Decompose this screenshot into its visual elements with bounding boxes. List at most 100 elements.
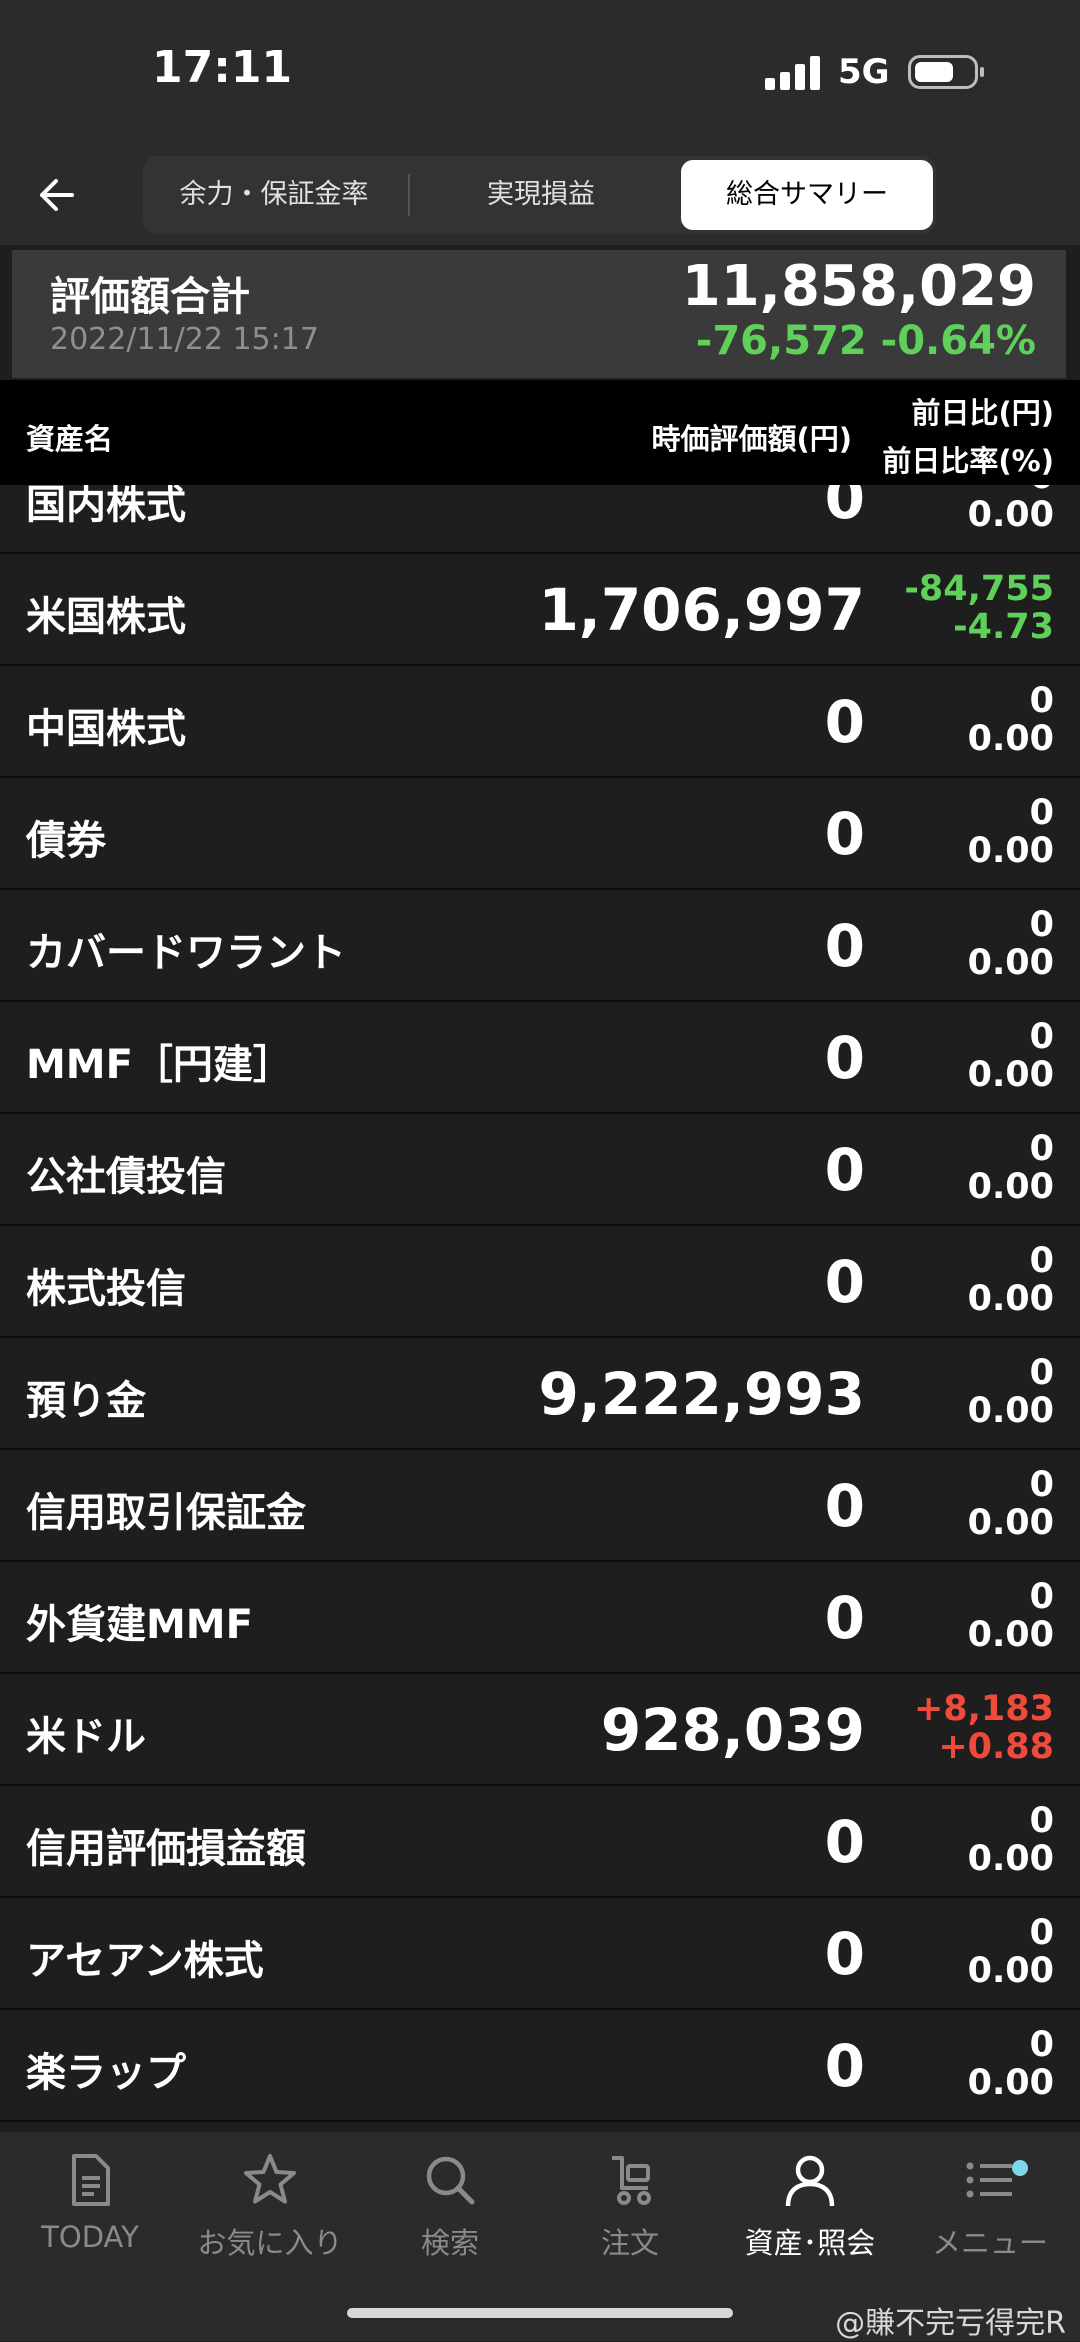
- tab-realized-pnl[interactable]: 実現損益: [411, 156, 671, 234]
- asset-value: 0: [824, 2032, 865, 2100]
- asset-row[interactable]: 楽ラップ 0 0 0.00: [0, 2010, 1080, 2122]
- asset-name: 楽ラップ: [26, 2050, 186, 2096]
- asset-day-change: 0: [1029, 905, 1054, 945]
- asset-row[interactable]: 国内株式000.00: [0, 485, 1080, 554]
- asset-row[interactable]: 公社債投信 0 0 0.00: [0, 1114, 1080, 1226]
- asset-day-change: 0: [1029, 681, 1054, 721]
- header-day-change: 前日比(円): [911, 396, 1054, 430]
- nav-search[interactable]: 検索: [360, 2150, 540, 2280]
- nav-order-label: 注文: [600, 2226, 659, 2260]
- asset-day-change-rate: 0.00: [967, 1615, 1054, 1655]
- asset-day-change: 0: [1029, 1577, 1054, 1617]
- nav-order[interactable]: 注文: [540, 2150, 720, 2280]
- header-day-change-rate: 前日比率(%): [882, 444, 1054, 478]
- summary-total: 11,858,029: [681, 254, 1036, 319]
- asset-rows: 国内株式000.00 米国株式 1,706,997 -84,755-4.73 中国株式0…: [0, 485, 1080, 2122]
- asset-row[interactable]: MMF［円建］ 0 0 0.00: [0, 1002, 1080, 1114]
- asset-day-change: 0: [1029, 1129, 1054, 1169]
- asset-name: アセアン株式: [26, 1938, 264, 1984]
- asset-value: 0: [824, 1808, 865, 1876]
- asset-name: 公社債投信: [26, 1154, 226, 1200]
- asset-day-change: 0: [1029, 1801, 1054, 1841]
- asset-value: 0: [824, 1920, 865, 1988]
- nav-favorites[interactable]: お気に入り: [180, 2150, 360, 2280]
- status-bar: 17:11 5G: [0, 0, 1080, 150]
- asset-row[interactable]: 債券 0 0 0.00: [0, 778, 1080, 890]
- notification-dot: [1012, 2160, 1028, 2176]
- nav-menu[interactable]: メニュー: [900, 2150, 1080, 2280]
- asset-row[interactable]: 米ドル 928,039 +8,183 +0.88: [0, 1674, 1080, 1786]
- nav-favorites-label: お気に入り: [197, 2226, 343, 2260]
- asset-row[interactable]: 預り金 9,222,993 0 0.00: [0, 1338, 1080, 1450]
- asset-value: 1,706,997: [538, 576, 865, 644]
- status-time: 17:11: [152, 42, 293, 93]
- asset-day-change: 0: [1029, 1353, 1054, 1393]
- asset-name: MMF［円建］: [26, 1042, 293, 1088]
- asset-day-change: +8,183: [913, 1689, 1054, 1729]
- asset-day-change-rate: 0.00: [967, 831, 1054, 871]
- asset-row[interactable]: 外貨建MMF 0 0 0.00: [0, 1562, 1080, 1674]
- asset-name: 米国株式: [26, 594, 186, 640]
- asset-day-change-rate: 0.00: [967, 719, 1054, 759]
- tab-divider: [408, 174, 410, 216]
- asset-row[interactable]: 信用評価損益額 0 0 0.00: [0, 1786, 1080, 1898]
- asset-day-change: 0: [1029, 2025, 1054, 2065]
- tab-group: 余力・保証金率 実現損益 総合サマリー: [143, 156, 936, 234]
- asset-day-change: 0: [1029, 1465, 1054, 1505]
- nav-today[interactable]: TODAY: [0, 2150, 180, 2280]
- star-icon: [244, 2154, 296, 2204]
- nav-search-label: 検索: [420, 2226, 479, 2260]
- asset-value: 0: [824, 1472, 865, 1540]
- nav-today-label: TODAY: [41, 2220, 139, 2254]
- asset-row[interactable]: 信用取引保証金 0 0 0.00: [0, 1450, 1080, 1562]
- asset-day-change: -84,755: [904, 569, 1054, 609]
- asset-row[interactable]: カバードワラント 0 0 0.00: [0, 890, 1080, 1002]
- asset-day-change-rate: 0.00: [967, 1839, 1054, 1879]
- asset-row[interactable]: 米国株式 1,706,997 -84,755 -4.73: [0, 554, 1080, 666]
- battery-icon: [908, 55, 984, 89]
- person-icon: [785, 2155, 835, 2207]
- summary-panel: 評価額合計 2022/11/22 15:17 11,858,029 -76,57…: [12, 250, 1066, 378]
- asset-name: カバードワラント: [26, 930, 346, 976]
- back-button[interactable]: [26, 160, 96, 230]
- asset-day-change-rate: 0.00: [967, 495, 1054, 535]
- header-asset-name: 資産名: [26, 422, 114, 456]
- back-arrow-icon: [40, 179, 74, 211]
- asset-row[interactable]: 株式投信 0 0 0.00: [0, 1226, 1080, 1338]
- cart-icon: [612, 2156, 651, 2205]
- nav-assets[interactable]: 資産･照会: [720, 2150, 900, 2280]
- tab-margin[interactable]: 余力・保証金率: [143, 156, 405, 234]
- asset-day-change-rate: 0.00: [967, 943, 1054, 983]
- asset-day-change-rate: 0.00: [967, 2063, 1054, 2103]
- asset-value: 0: [824, 1248, 865, 1316]
- menu-icon: [966, 2162, 1012, 2198]
- asset-day-change-rate: 0.00: [967, 1055, 1054, 1095]
- asset-day-change-rate: 0.00: [967, 1391, 1054, 1431]
- tab-summary[interactable]: 総合サマリー: [681, 160, 933, 230]
- summary-title: 評価額合計: [50, 274, 250, 320]
- asset-name: 債券: [26, 818, 106, 864]
- asset-value: 0: [824, 800, 865, 868]
- asset-day-change-rate: -4.73: [953, 607, 1054, 647]
- table-header: 資産名 時価評価額(円) 前日比(円) 前日比率(%): [0, 380, 1080, 485]
- asset-value: 0: [824, 912, 865, 980]
- asset-value: 9,222,993: [538, 1360, 865, 1428]
- asset-row[interactable]: 中国株式 0 0 0.00: [0, 666, 1080, 778]
- asset-list[interactable]: 国内株式000.00 米国株式 1,706,997 -84,755-4.73 中国株式0…: [0, 485, 1080, 2130]
- asset-value: 0: [824, 1024, 865, 1092]
- asset-name: 株式投信: [26, 1266, 186, 1312]
- asset-day-change: 0: [1029, 1913, 1054, 1953]
- document-icon: [72, 2154, 110, 2206]
- asset-value: 928,039: [600, 1696, 865, 1764]
- asset-day-change: 0: [1029, 793, 1054, 833]
- asset-value: 0: [824, 1584, 865, 1652]
- asset-name: 米ドル: [26, 1714, 146, 1760]
- watermark: @賺不完亏得完R: [835, 2306, 1066, 2341]
- header-market-value: 時価評価額(円): [651, 422, 852, 456]
- nav-menu-label: メニュー: [931, 2226, 1048, 2260]
- asset-day-change-rate: 0.00: [967, 1503, 1054, 1543]
- summary-change: -76,572 -0.64%: [695, 318, 1036, 364]
- search-icon: [426, 2156, 475, 2205]
- asset-row[interactable]: アセアン株式 0 0 0.00: [0, 1898, 1080, 2010]
- asset-name: 預り金: [26, 1378, 146, 1424]
